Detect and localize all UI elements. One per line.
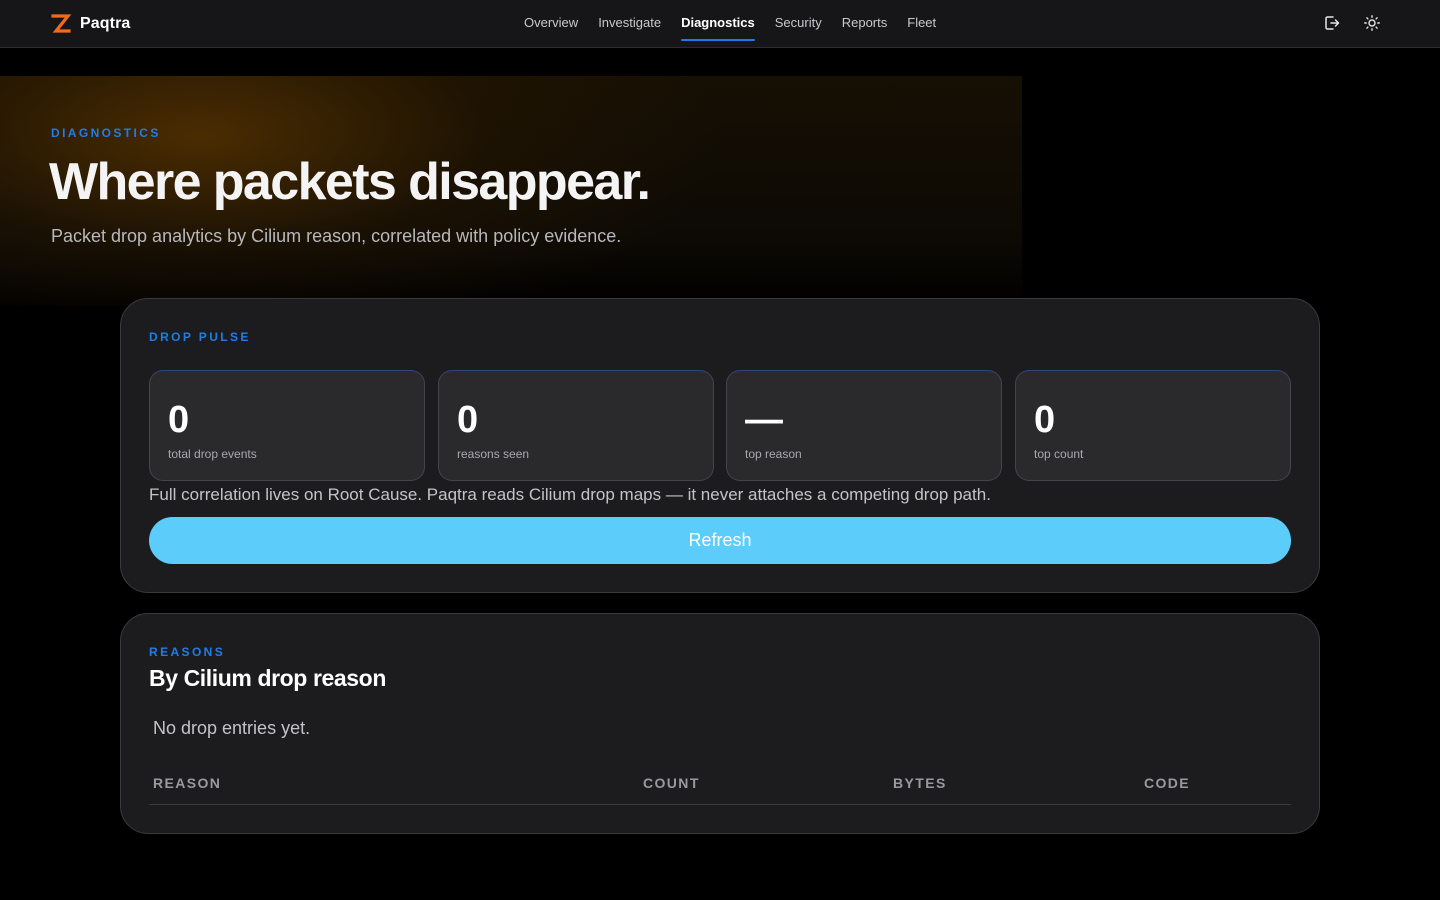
reasons-eyebrow: REASONS — [149, 645, 226, 659]
stat-label: total drop events — [168, 447, 257, 461]
drop-pulse-eyebrow: DROP PULSE — [149, 330, 251, 344]
column-header-code[interactable]: CODE — [1144, 775, 1190, 791]
nav-item-reports[interactable]: Reports — [832, 0, 898, 48]
page-subtitle: Packet drop analytics by Cilium reason, … — [51, 226, 622, 246]
column-header-reason[interactable]: REASON — [153, 775, 221, 791]
top-navigation-bar: Paqtra Overview Investigate Diagnostics … — [0, 0, 1440, 48]
column-header-count[interactable]: COUNT — [643, 775, 700, 791]
stat-value: — — [745, 399, 783, 441]
stat-value: 0 — [168, 399, 190, 441]
empty-state-message: No drop entries yet. — [153, 718, 311, 738]
stat-label: top count — [1034, 447, 1084, 461]
refresh-button[interactable]: Refresh — [149, 517, 1291, 564]
nav-item-diagnostics[interactable]: Diagnostics — [671, 0, 765, 48]
brand-name: Paqtra — [80, 15, 131, 32]
table-header-divider — [149, 804, 1291, 805]
nav-item-overview[interactable]: Overview — [514, 0, 588, 48]
stat-total-drop-events: 0 total drop events — [149, 370, 425, 481]
nav-item-security[interactable]: Security — [765, 0, 832, 48]
stat-value: 0 — [457, 399, 479, 441]
logout-button[interactable] — [1323, 14, 1343, 34]
logout-icon — [1325, 16, 1340, 30]
nav-item-fleet[interactable]: Fleet — [897, 0, 946, 48]
stat-reasons-seen: 0 reasons seen — [438, 370, 714, 481]
page-title: Where packets disappear. — [49, 153, 651, 211]
stat-value: 0 — [1034, 399, 1056, 441]
stat-label: reasons seen — [457, 447, 530, 461]
nav-item-investigate[interactable]: Investigate — [588, 0, 671, 48]
page-eyebrow: DIAGNOSTICS — [51, 126, 161, 140]
stat-top-count: 0 top count — [1015, 370, 1291, 481]
sun-icon — [1364, 15, 1380, 31]
main-nav: Overview Investigate Diagnostics Securit… — [514, 0, 946, 48]
stat-label: top reason — [745, 447, 802, 461]
stat-top-reason: — top reason — [726, 370, 1002, 481]
correlation-note: Full correlation lives on Root Cause. Pa… — [149, 485, 991, 504]
brand[interactable]: Paqtra — [50, 12, 130, 36]
reasons-title: By Cilium drop reason — [149, 665, 386, 691]
z-logo-icon — [51, 14, 72, 33]
theme-toggle-button[interactable] — [1363, 14, 1383, 34]
column-header-bytes[interactable]: BYTES — [893, 775, 947, 791]
